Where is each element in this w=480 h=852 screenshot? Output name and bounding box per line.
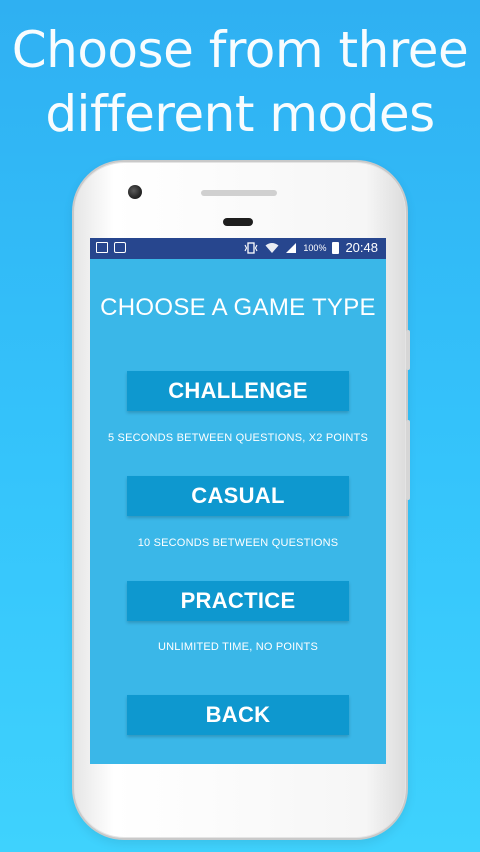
speaker-grille xyxy=(201,190,277,196)
status-bar: 100% 20:48 xyxy=(90,238,386,259)
challenge-button[interactable]: CHALLENGE xyxy=(127,371,349,411)
challenge-description: 5 SECONDS BETWEEN QUESTIONS, X2 POINTS xyxy=(107,432,369,444)
promo-line-1: Choose from three xyxy=(11,21,469,79)
battery-icon xyxy=(332,241,340,254)
promo-headline: Choose from three different modes xyxy=(0,18,480,146)
power-button xyxy=(406,330,410,370)
promo-line-2: different modes xyxy=(45,85,435,143)
back-button[interactable]: BACK xyxy=(127,695,349,735)
volume-button xyxy=(406,420,410,500)
battery-percent: 100% xyxy=(303,242,327,253)
casual-description: 10 SECONDS BETWEEN QUESTIONS xyxy=(137,537,339,549)
practice-description: UNLIMITED TIME, NO POINTS xyxy=(157,641,319,653)
signal-icon xyxy=(286,242,297,253)
status-time: 20:48 xyxy=(345,240,378,255)
front-camera-icon xyxy=(128,185,142,199)
practice-button[interactable]: PRACTICE xyxy=(127,581,349,621)
casual-button[interactable]: CASUAL xyxy=(127,476,349,516)
vibrate-icon xyxy=(244,241,258,254)
proximity-sensor xyxy=(223,218,253,226)
image-icon xyxy=(96,242,108,253)
app-screen: 100% 20:48 CHOOSE A GAME TYPE CHALLENGE … xyxy=(90,238,386,764)
wifi-icon xyxy=(265,242,279,253)
briefcase-icon xyxy=(114,242,126,253)
page-title: CHOOSE A GAME TYPE xyxy=(100,294,376,321)
